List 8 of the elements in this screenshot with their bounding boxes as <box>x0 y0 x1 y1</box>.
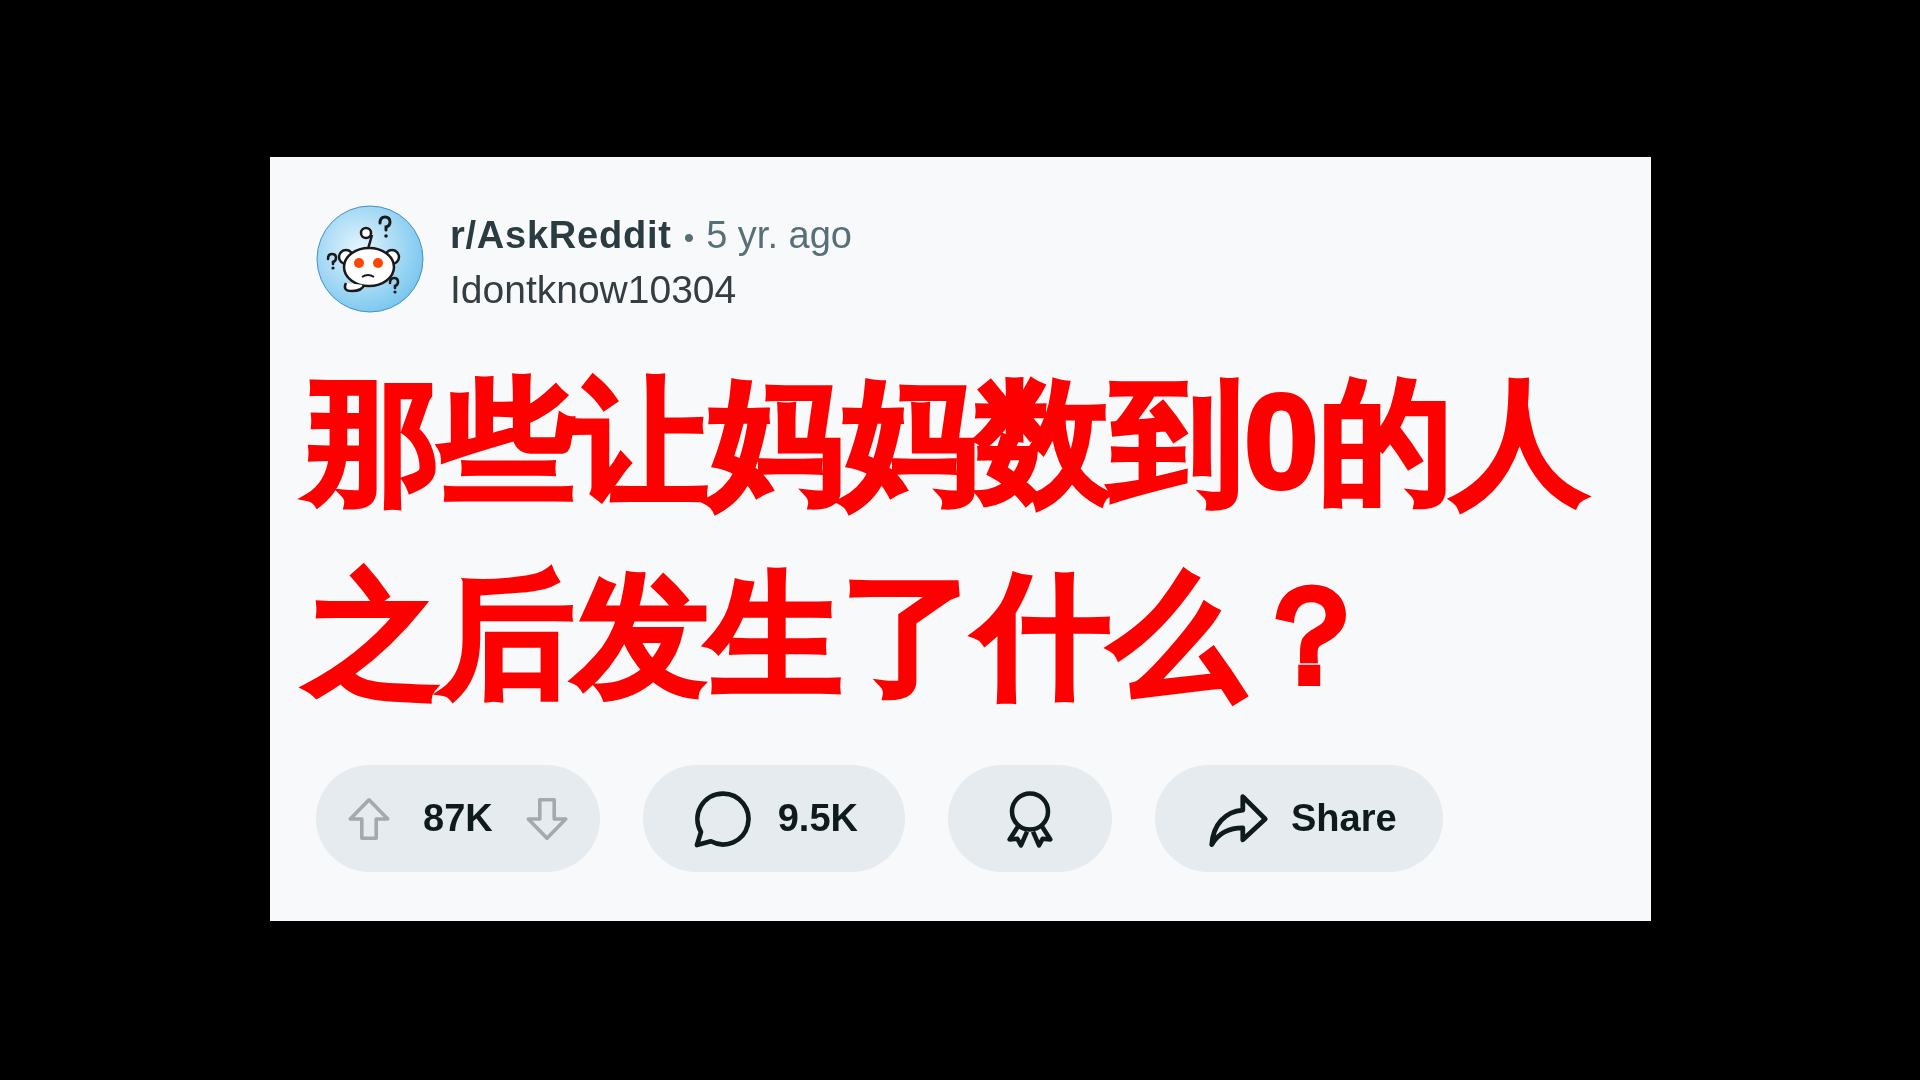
comments-button[interactable]: 9.5K <box>642 765 905 872</box>
author-link[interactable]: Idontknow10304 <box>450 267 737 313</box>
cartoon-avatar-icon <box>316 204 424 313</box>
subreddit-link[interactable]: r/AskReddit <box>450 212 672 258</box>
separator-dot: • <box>683 220 695 256</box>
post-time: 5 yr. ago <box>706 213 852 258</box>
vote-count: 87K <box>423 796 493 841</box>
share-button[interactable]: Share <box>1155 765 1443 872</box>
